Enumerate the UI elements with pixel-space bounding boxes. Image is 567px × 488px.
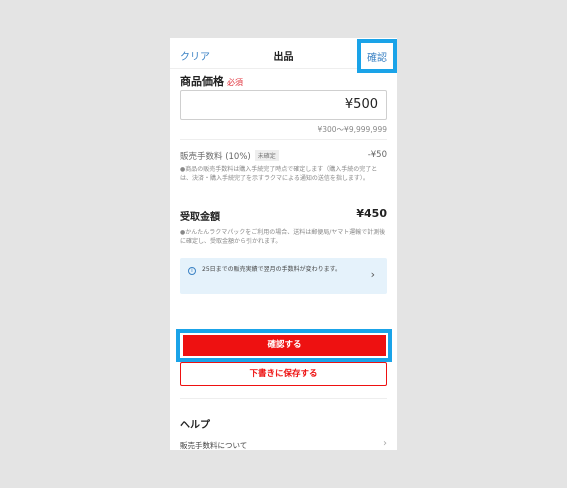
info-icon: i (188, 267, 196, 275)
price-title-label: 商品価格 (180, 75, 224, 88)
fee-label: 販売手数料 (10%) 未確定 (180, 150, 279, 162)
fee-note: ●商品の販売手数料は購入手続完了時点で確定します（購入手続の完了とは、決済・購入… (180, 166, 378, 182)
divider (180, 398, 387, 399)
confirm-button[interactable]: 確認する (183, 335, 386, 356)
confirm-nav-button[interactable]: 確認 (367, 49, 387, 64)
divider (180, 139, 387, 140)
listing-screen: クリア 出品 商品価格 必須 ¥500 ¥300～¥9,999,999 販売手数料… (170, 38, 397, 450)
price-range: ¥300～¥9,999,999 (317, 125, 387, 134)
price-input[interactable]: ¥500 (180, 90, 387, 120)
receive-value: ¥450 (356, 207, 387, 220)
fee-label-text: 販売手数料 (10%) (180, 152, 251, 162)
chevron-right-icon: › (370, 268, 375, 281)
receive-note: ●かんたんラクマパックをご利用の場合、送料は郵便局/ヤマト運輸で計測後に確定し、… (180, 229, 386, 245)
chevron-right-icon: › (383, 438, 387, 449)
fee-info-banner[interactable]: i 25日までの販売実績で翌月の手数料が変わります。 › (180, 258, 387, 294)
required-badge: 必須 (227, 78, 243, 87)
receive-label: 受取金額 (180, 212, 220, 223)
fee-value: -¥50 (367, 150, 387, 160)
fee-status-badge: 未確定 (254, 150, 279, 161)
help-title: ヘルプ (180, 420, 210, 431)
info-text: 25日までの販売実績で翌月の手数料が変わります。 (202, 266, 342, 273)
save-draft-button[interactable]: 下書きに保存する (180, 362, 387, 386)
price-section-title: 商品価格 必須 (180, 73, 243, 89)
help-item-fee[interactable]: 販売手数料について (180, 440, 247, 450)
